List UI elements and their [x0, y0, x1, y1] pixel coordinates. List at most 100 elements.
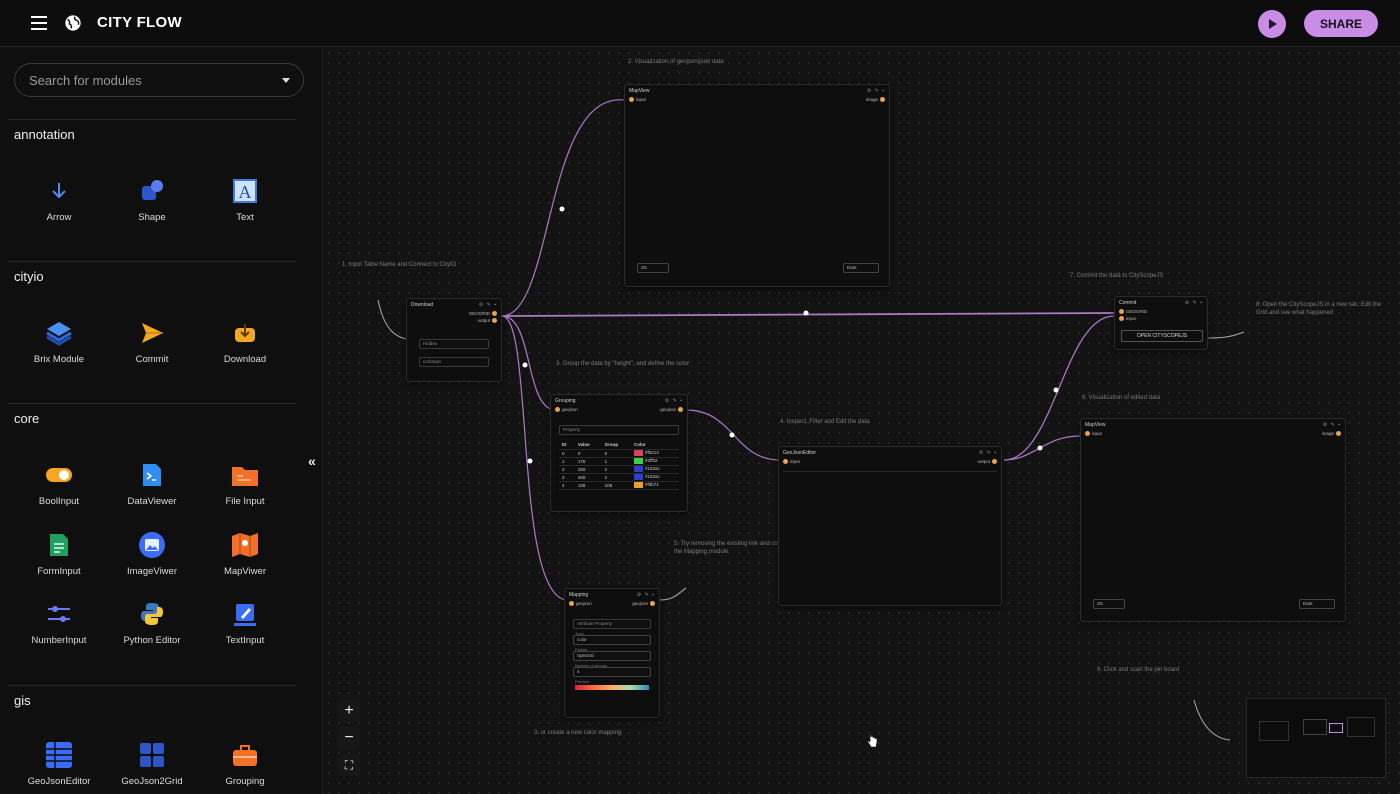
module-download[interactable]: Download: [205, 318, 285, 365]
port-input[interactable]: geojson: [569, 601, 592, 606]
module-forminput[interactable]: FormInput: [19, 530, 99, 577]
zoom-in-button[interactable]: +: [338, 700, 360, 722]
open-cityscopejs-button[interactable]: OPEN CITYSCOPEJS: [1121, 330, 1203, 342]
module-imageviwer[interactable]: ImageViwer: [112, 530, 192, 577]
port-geogrid[interactable]: GEOGRID: [1119, 309, 1147, 314]
zoom-out-button[interactable]: −: [338, 727, 360, 749]
module-python-editor[interactable]: Python Editor: [112, 599, 192, 646]
property-field[interactable]: Property: [559, 425, 679, 435]
table-row[interactable]: 4 108 108 #f5b71: [559, 481, 679, 490]
form-icon: [50, 534, 68, 556]
minimap[interactable]: [1246, 698, 1386, 778]
table-icon: [46, 742, 72, 768]
port-input[interactable]: input: [629, 97, 646, 102]
module-mapviwer[interactable]: MapViwer: [205, 530, 285, 577]
module-boolinput[interactable]: BoolInput: [19, 460, 99, 507]
port-output[interactable]: output: [477, 318, 497, 323]
port-input[interactable]: geojson: [555, 407, 578, 412]
color-cell[interactable]: #f5b71: [631, 481, 679, 490]
color-swatch[interactable]: [634, 458, 644, 464]
color-swatch[interactable]: [634, 474, 644, 480]
port-output[interactable]: output: [977, 459, 997, 464]
menu-icon[interactable]: [31, 16, 47, 30]
table-cell: 250: [574, 465, 602, 474]
table-cell: 1: [559, 457, 575, 466]
module-commit[interactable]: Commit: [112, 318, 192, 365]
port-output[interactable]: image: [866, 97, 885, 102]
module-textinput[interactable]: TextInput: [205, 599, 285, 646]
module-geojsoneditor[interactable]: GeoJsonEditor: [19, 740, 99, 787]
node-tools[interactable]: ⚙ ✎ ▪: [867, 88, 885, 94]
node-commit[interactable]: Commit ⚙ ✎ ▪ GEOGRID input OPEN CITYSCOP…: [1114, 296, 1208, 350]
port-input[interactable]: input: [783, 459, 800, 464]
color-hex: #152ac: [645, 466, 660, 472]
node-tools[interactable]: ⚙ ✎ ▪: [665, 398, 683, 404]
module-geojson2grid[interactable]: GeoJson2Grid: [112, 740, 192, 787]
color-cell[interactable]: #152ac: [631, 473, 679, 482]
basemap-select[interactable]: Dark: [843, 263, 879, 273]
note-3b: 3. or create a new color mapping: [534, 730, 622, 736]
attribute-property-field[interactable]: Attribute Property: [573, 619, 651, 629]
palette-select[interactable]: Spectral: [573, 651, 651, 661]
module-text[interactable]: A Text: [205, 176, 285, 223]
port-output[interactable]: image: [1322, 431, 1341, 436]
editor-area[interactable]: [783, 471, 997, 601]
module-search[interactable]: [14, 63, 304, 97]
module-fileinput[interactable]: File Input: [205, 460, 285, 507]
module-grouping[interactable]: Grouping: [205, 740, 285, 787]
node-mapview-top[interactable]: MapView ⚙ ✎ ▪ input image 2D Dark: [624, 84, 890, 287]
share-button[interactable]: SHARE: [1304, 10, 1378, 37]
node-tools[interactable]: ⚙ ✎ ▪: [979, 450, 997, 456]
color-cell[interactable]: #2ff52: [631, 457, 679, 466]
module-brix[interactable]: Brix Module: [19, 318, 99, 365]
node-tools[interactable]: ⚙ ✎ ▪: [637, 592, 655, 598]
module-dataviewer[interactable]: DataViewer: [112, 460, 192, 507]
search-input[interactable]: [29, 72, 269, 88]
module-numberinput[interactable]: NumberInput: [19, 599, 99, 646]
collapse-sidebar-icon[interactable]: «: [308, 453, 316, 469]
wire-mapping-out: [659, 587, 687, 601]
port-input[interactable]: input: [1085, 431, 1102, 436]
folder-icon: [232, 467, 258, 486]
table-cell: 0: [601, 449, 632, 458]
module-arrow[interactable]: Arrow: [19, 176, 99, 223]
groups-select[interactable]: 4: [573, 667, 651, 677]
table-row[interactable]: 1 176 1 #2ff52: [559, 457, 679, 466]
basemap-select[interactable]: Dark: [1299, 599, 1335, 609]
node-tools[interactable]: ⚙ ✎ ▪: [479, 302, 497, 308]
color-cell[interactable]: #152ac: [631, 465, 679, 474]
node-tools[interactable]: ⚙ ✎ ▪: [1185, 300, 1203, 306]
text-icon: A: [233, 179, 257, 203]
table-row[interactable]: 0 0 0 #f5213: [559, 449, 679, 458]
port-geogrid[interactable]: GEOGRID: [469, 311, 497, 316]
module-shape[interactable]: Shape: [112, 176, 192, 223]
table-cell: 1: [601, 457, 632, 466]
node-grouping[interactable]: Grouping ⚙ ✎ ▪ geojson geojson Property …: [550, 394, 688, 512]
wire-download-grouping: [501, 315, 557, 411]
fit-view-button[interactable]: ⛶: [338, 754, 360, 776]
globe-icon[interactable]: [64, 14, 82, 32]
node-download[interactable]: Download ⚙ ✎ ▪ GEOGRID output Hidden cor…: [406, 298, 502, 382]
table-name-field[interactable]: corktown: [419, 357, 489, 367]
node-mapping[interactable]: Mapping ⚙ ✎ ▪ geojson geojson Attribute …: [564, 588, 660, 718]
node-tools[interactable]: ⚙ ✎ ▪: [1323, 422, 1341, 428]
view-mode-select[interactable]: 2D: [637, 263, 669, 273]
color-swatch[interactable]: [634, 466, 644, 472]
type-select[interactable]: color: [573, 635, 651, 645]
port-output[interactable]: geojson: [632, 601, 655, 606]
flow-canvas[interactable]: 2. Visualization of geojson/json data 1.…: [324, 48, 1400, 794]
note-2: 2. Visualization of geojson/json data: [628, 59, 724, 65]
play-button[interactable]: [1258, 10, 1286, 38]
node-mapview-right[interactable]: MapView ⚙ ✎ ▪ input image 2D Dark: [1080, 418, 1346, 622]
color-swatch[interactable]: [634, 482, 644, 488]
table-row[interactable]: 3 460 2 #152ac: [559, 473, 679, 482]
port-output[interactable]: geojson: [660, 407, 683, 412]
port-input[interactable]: input: [1119, 316, 1136, 321]
node-geojson-editor[interactable]: GeoJsonEditor ⚙ ✎ ▪ input output: [778, 446, 1002, 606]
chevron-down-icon[interactable]: [282, 78, 290, 83]
hidden-field[interactable]: Hidden: [419, 339, 489, 349]
view-mode-select[interactable]: 2D: [1093, 599, 1125, 609]
table-row[interactable]: 2 250 2 #152ac: [559, 465, 679, 474]
color-cell[interactable]: #f5213: [631, 449, 679, 458]
color-swatch[interactable]: [634, 450, 644, 456]
